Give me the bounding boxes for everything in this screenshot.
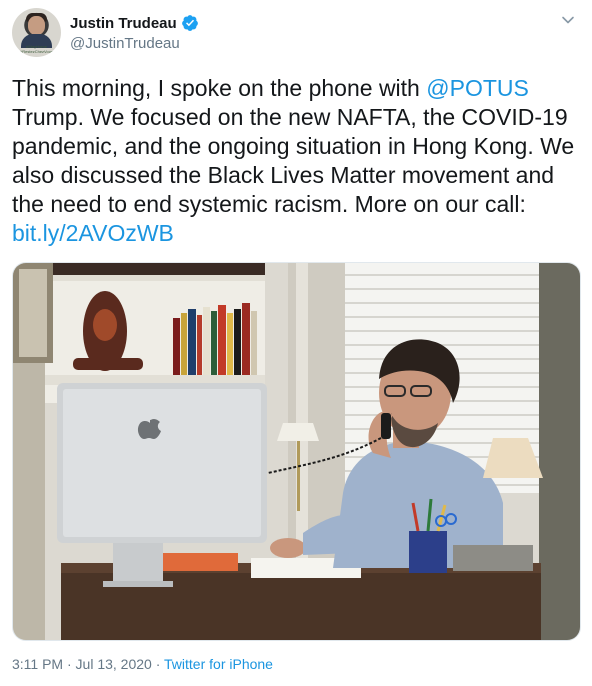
name-row: Justin Trudeau bbox=[70, 14, 199, 32]
tweet-photo[interactable] bbox=[12, 262, 581, 641]
avatar-face bbox=[28, 16, 45, 35]
chevron-down-icon[interactable] bbox=[560, 12, 576, 28]
verified-badge-icon bbox=[181, 15, 198, 31]
tweet-text: This morning, I spoke on the phone with … bbox=[12, 74, 578, 248]
tweet-text-part2: Trump. We focused on the new NAFTA, the … bbox=[12, 104, 575, 217]
tweet-meta: 3:11 PM · Jul 13, 2020 · Twitter for iPh… bbox=[12, 656, 273, 672]
meta-separator: · bbox=[151, 656, 165, 672]
photo-scene bbox=[13, 263, 580, 640]
user-handle[interactable]: @JustinTrudeau bbox=[70, 35, 180, 52]
avatar[interactable]: #StayHome #RestezChezVous bbox=[12, 8, 61, 57]
source-link[interactable]: Twitter for iPhone bbox=[164, 656, 273, 672]
timestamp[interactable]: 3:11 PM · Jul 13, 2020 bbox=[12, 656, 152, 672]
tweet-text-part1: This morning, I spoke on the phone with bbox=[12, 75, 427, 101]
tweet-header: #StayHome #RestezChezVous Justin Trudeau… bbox=[12, 8, 580, 60]
display-name[interactable]: Justin Trudeau bbox=[70, 15, 177, 32]
url-link[interactable]: bit.ly/2AVOzWB bbox=[12, 220, 174, 246]
tweet-card: #StayHome #RestezChezVous Justin Trudeau… bbox=[0, 0, 592, 686]
mention-link[interactable]: @POTUS bbox=[426, 75, 529, 101]
avatar-caption: #StayHome #RestezChezVous bbox=[20, 44, 53, 54]
